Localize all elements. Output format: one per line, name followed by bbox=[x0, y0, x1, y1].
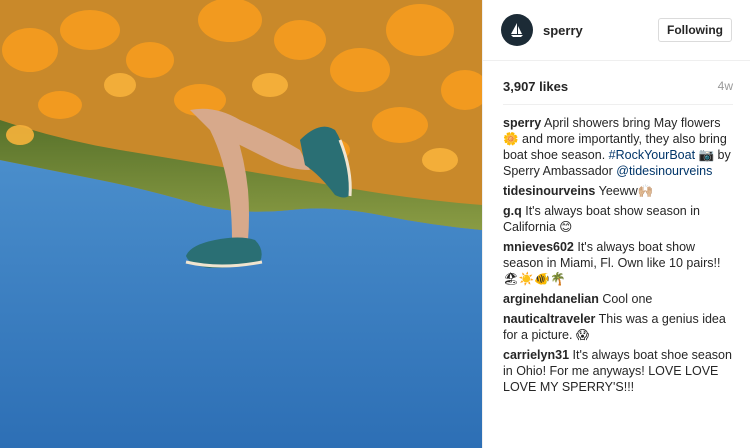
instagram-post: sperry Following 3,907 likes 4w sperry A… bbox=[0, 0, 750, 448]
post-photo-illustration bbox=[0, 0, 482, 448]
comment-item: g.q It's always boat show season in Cali… bbox=[503, 203, 734, 235]
post-header: sperry Following bbox=[483, 0, 750, 61]
post-photo[interactable] bbox=[0, 0, 482, 448]
comment-user[interactable]: g.q bbox=[503, 204, 522, 218]
mention-link[interactable]: @tidesinourveins bbox=[616, 164, 712, 178]
post-stats: 3,907 likes 4w bbox=[483, 79, 750, 94]
post-time[interactable]: 4w bbox=[718, 79, 733, 94]
comment-user[interactable]: arginehdanelian bbox=[503, 292, 599, 306]
comment-item: mnieves602 It's always boat show season … bbox=[503, 239, 734, 287]
comments-list: sperry April showers bring May flowers 🌼… bbox=[483, 115, 750, 395]
comment-user[interactable]: carrielyn31 bbox=[503, 348, 569, 362]
hashtag-link[interactable]: #RockYourBoat bbox=[609, 148, 695, 162]
comment-text: Cool one bbox=[598, 292, 653, 306]
comment-item: arginehdanelian Cool one bbox=[503, 291, 734, 307]
avatar[interactable] bbox=[501, 14, 533, 46]
post-sidebar: sperry Following 3,907 likes 4w sperry A… bbox=[482, 0, 750, 448]
comment-text: It's always boat show season in Californ… bbox=[503, 204, 700, 234]
comment-user[interactable]: nauticaltraveler bbox=[503, 312, 595, 326]
following-button[interactable]: Following bbox=[658, 18, 732, 42]
comment-text: Yeeww🙌🏼 bbox=[595, 184, 654, 198]
caption-user[interactable]: sperry bbox=[503, 116, 541, 130]
comment-item: carrielyn31 It's always boat shoe season… bbox=[503, 347, 734, 395]
comment-item: tidesinourveins Yeeww🙌🏼 bbox=[503, 183, 734, 199]
sailboat-icon bbox=[511, 23, 523, 37]
comment-user[interactable]: mnieves602 bbox=[503, 240, 574, 254]
likes-count[interactable]: 3,907 likes bbox=[503, 79, 568, 94]
divider bbox=[503, 104, 733, 105]
comment-item: nauticaltraveler This was a genius idea … bbox=[503, 311, 734, 343]
account-username[interactable]: sperry bbox=[543, 23, 658, 38]
caption: sperry April showers bring May flowers 🌼… bbox=[503, 115, 734, 179]
comment-user[interactable]: tidesinourveins bbox=[503, 184, 595, 198]
